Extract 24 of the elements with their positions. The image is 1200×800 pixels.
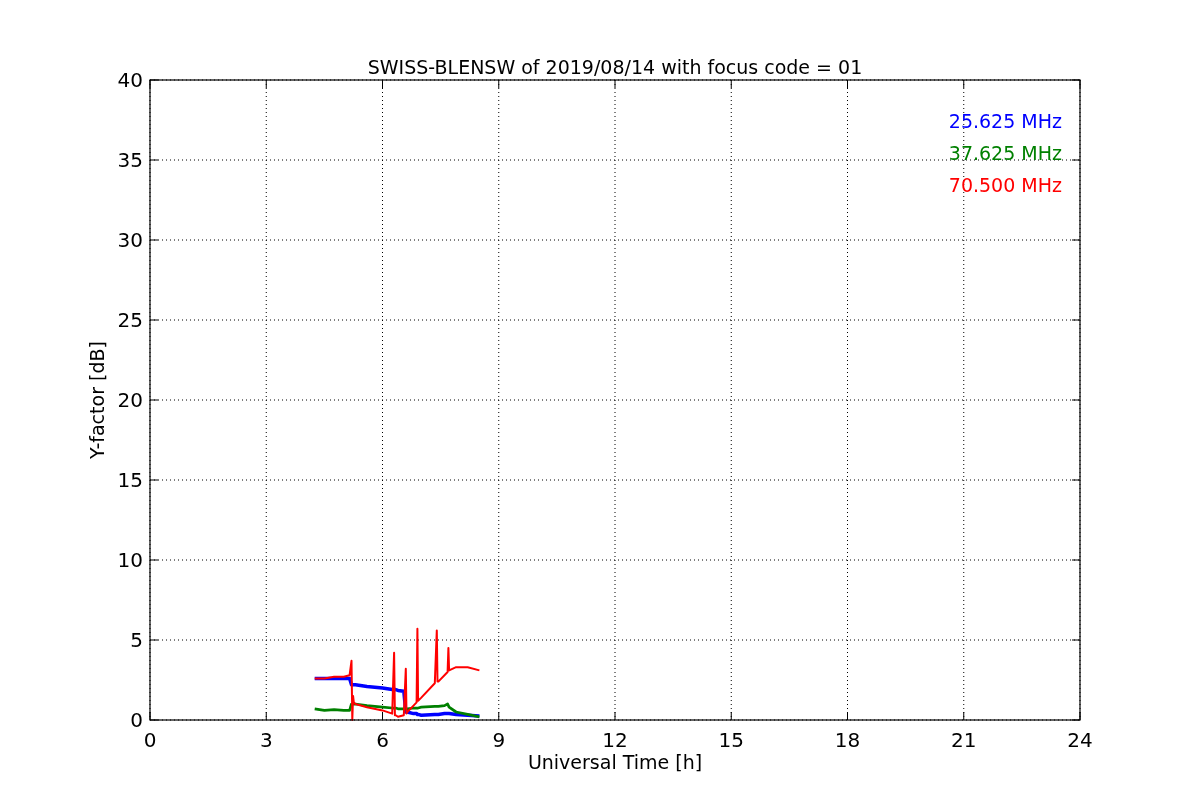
legend-label: 25.625 MHz — [948, 110, 1062, 132]
y-tick-label: 5 — [130, 628, 143, 652]
x-tick-label: 15 — [718, 728, 744, 752]
y-axis-label: Y-factor [dB] — [86, 341, 108, 459]
legend-label: 37.625 MHz — [948, 142, 1062, 164]
x-tick-label: 3 — [259, 728, 273, 752]
y-tick-label: 30 — [117, 228, 143, 252]
y-tick-label: 0 — [130, 708, 143, 732]
x-axis-label: Universal Time [h] — [527, 751, 703, 773]
x-tick-label: 24 — [1067, 728, 1093, 752]
y-tick-label: 20 — [117, 388, 143, 412]
x-tick-label: 0 — [143, 728, 157, 752]
y-tick-label: 40 — [117, 68, 143, 92]
y-tick-label: 35 — [117, 148, 143, 172]
y-tick-label: 15 — [117, 468, 143, 492]
chart-title: SWISS-BLENSW of 2019/08/14 with focus code = 01 — [367, 56, 863, 78]
legend-label: 70.500 MHz — [948, 174, 1062, 196]
x-tick-label: 18 — [834, 728, 861, 752]
x-tick-label: 9 — [492, 728, 506, 752]
x-tick-label: 6 — [376, 728, 389, 752]
y-tick-label: 25 — [117, 308, 143, 332]
x-tick-label: 21 — [951, 728, 977, 752]
y-tick-label: 10 — [117, 548, 143, 572]
x-tick-label: 12 — [602, 728, 628, 752]
